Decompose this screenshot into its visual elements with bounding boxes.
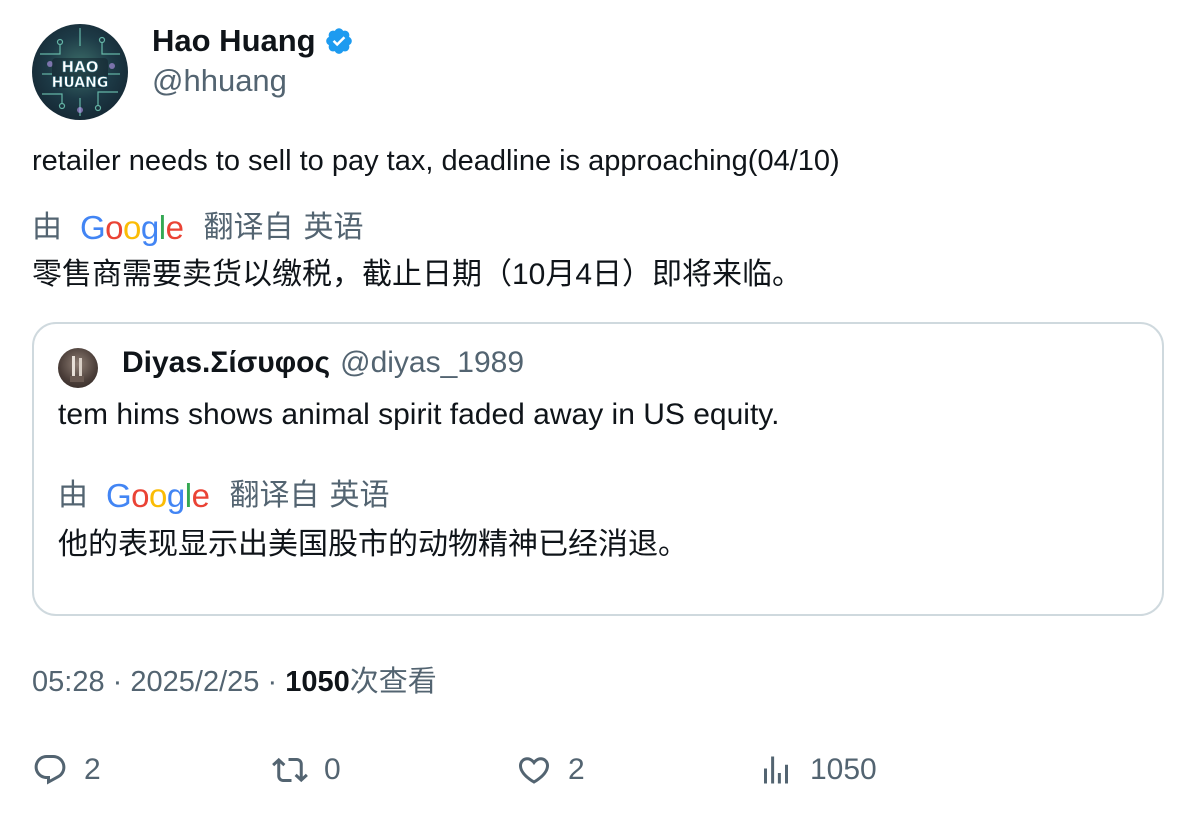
svg-text:HAO: HAO xyxy=(62,58,99,76)
reply-icon xyxy=(34,755,66,785)
views-button[interactable]: 1050 xyxy=(758,748,877,792)
analytics-bar-icon xyxy=(764,756,788,784)
quoted-translation-from-label: 翻译自 xyxy=(229,479,320,512)
tweet-translated-text: 零售商需要卖货以缴税，截止日期（10月4日）即将来临。 xyxy=(32,258,803,291)
author-name-row[interactable]: Hao Huang xyxy=(152,22,354,60)
quoted-tweet[interactable]: Diyas.Σίσυφος @diyas_1989 tem hims shows… xyxy=(32,322,1164,616)
heart-icon xyxy=(518,757,550,784)
quoted-author-row[interactable]: Diyas.Σίσυφος @diyas_1989 xyxy=(122,346,524,380)
tweet-meta: 05:28 · 2025/2/25 · 1050次查看 xyxy=(32,664,437,700)
verified-badge-icon[interactable] xyxy=(324,26,354,56)
translation-attribution: 由 Google 翻译自 英语 xyxy=(32,210,363,246)
retweet-icon xyxy=(272,757,308,783)
meta-separator: · xyxy=(267,666,278,698)
reply-count: 2 xyxy=(84,753,101,786)
like-count: 2 xyxy=(568,753,585,786)
views-action-count: 1050 xyxy=(810,753,877,786)
quoted-tweet-text: tem hims shows animal spirit faded away … xyxy=(58,398,780,431)
retweet-button[interactable]: 0 xyxy=(272,748,341,792)
like-button[interactable]: 2 xyxy=(516,748,585,792)
author-display-name[interactable]: Hao Huang xyxy=(152,22,316,60)
tweet-date[interactable]: 2025/2/25 xyxy=(130,666,259,698)
retweet-count: 0 xyxy=(324,753,341,786)
translation-by-label: 由 xyxy=(32,211,62,244)
translation-language: 英语 xyxy=(303,211,364,244)
views-label: 次查看 xyxy=(349,666,437,698)
quoted-author-avatar[interactable] xyxy=(58,348,98,388)
quoted-translation-attribution: 由 Google 翻译自 英语 xyxy=(58,478,389,514)
action-bar: 2 0 2 1050 xyxy=(32,748,1164,792)
tweet-text: retailer needs to sell to pay tax, deadl… xyxy=(32,145,840,177)
quoted-translation-by-label: 由 xyxy=(58,479,88,512)
author-avatar[interactable]: HAO HUANG xyxy=(32,24,128,120)
quoted-author-name[interactable]: Diyas.Σίσυφος xyxy=(122,346,330,380)
quoted-author-handle[interactable]: @diyas_1989 xyxy=(340,346,524,380)
views-count: 1050 xyxy=(285,666,350,698)
quoted-translated-text: 他的表现显示出美国股市的动物精神已经消退。 xyxy=(58,528,688,561)
translation-from-label: 翻译自 xyxy=(203,211,294,244)
reply-button[interactable]: 2 xyxy=(32,748,101,792)
google-logo: Google xyxy=(80,209,184,246)
meta-separator: · xyxy=(112,666,123,698)
google-logo: Google xyxy=(106,477,210,514)
quoted-translation-language: 英语 xyxy=(329,479,390,512)
svg-text:HUANG: HUANG xyxy=(52,75,109,91)
tweet-time[interactable]: 05:28 xyxy=(32,666,105,698)
author-handle[interactable]: @hhuang xyxy=(152,62,287,100)
